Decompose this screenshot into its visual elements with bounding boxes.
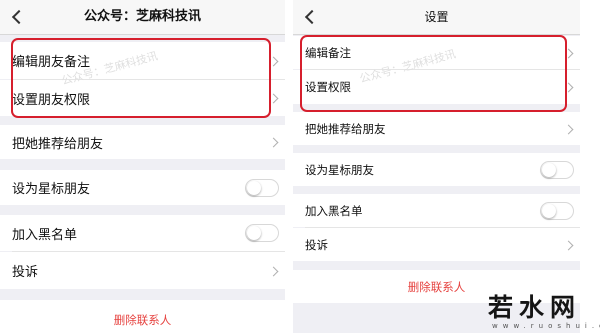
delete-contact-row[interactable]: 删除联系人: [0, 300, 285, 333]
blacklist-row: 加入黑名单: [293, 194, 580, 227]
right-screen: 设置 编辑备注 设置权限 把她推荐给朋友 设为星标朋友 加入黑名单 投诉 删除联…: [293, 0, 580, 333]
chevron-left-icon: [304, 9, 320, 25]
logo-text: 若水网: [488, 293, 582, 322]
row-label: 把她推荐给朋友: [305, 121, 386, 136]
toggle-knob: [542, 162, 556, 177]
row-label: 加入黑名单: [12, 227, 78, 243]
chevron-left-icon: [11, 9, 27, 25]
recommend-row[interactable]: 把她推荐给朋友: [0, 125, 285, 159]
left-screen: 公众号：芝麻科技讯 编辑朋友备注 设置朋友权限 把她推荐给朋友 设为星标朋友 加…: [0, 0, 285, 333]
row-label: 投诉: [12, 265, 39, 280]
blacklist-toggle[interactable]: [540, 201, 574, 220]
row-label: 加入黑名单: [305, 203, 363, 218]
blacklist-row: 加入黑名单: [0, 215, 285, 251]
toggle-knob: [542, 203, 556, 218]
row-label: 设为星标朋友: [12, 182, 91, 197]
logo-subtext: www.ruoshui.com: [492, 322, 600, 330]
chevron-right-icon: [563, 124, 574, 134]
chevron-right-icon: [268, 266, 279, 276]
complain-row[interactable]: 投诉: [293, 228, 580, 261]
nav-bar: 公众号：芝麻科技讯: [0, 0, 285, 35]
back-button[interactable]: [293, 0, 327, 34]
complain-row[interactable]: 投诉: [0, 252, 285, 289]
highlight-box: [300, 35, 567, 112]
delete-contact-button[interactable]: 删除联系人: [0, 300, 285, 333]
row-label: 设为星标朋友: [305, 162, 374, 177]
star-friend-toggle[interactable]: [245, 178, 279, 197]
star-friend-toggle[interactable]: [540, 160, 574, 179]
page-title: 设置: [424, 10, 449, 24]
back-button[interactable]: [0, 0, 34, 34]
chevron-right-icon: [268, 137, 279, 148]
star-friend-row: 设为星标朋友: [0, 170, 285, 205]
highlight-box: [11, 38, 271, 118]
site-logo: 若水网 www.ruoshui.com: [488, 288, 600, 333]
star-friend-row: 设为星标朋友: [293, 153, 580, 186]
toggle-knob: [247, 226, 261, 240]
page-title: 公众号：芝麻科技讯: [83, 9, 201, 24]
chevron-right-icon: [563, 240, 574, 250]
nav-bar: 设置: [293, 0, 580, 35]
row-label: 把她推荐给朋友: [12, 136, 104, 152]
recommend-row[interactable]: 把她推荐给朋友: [293, 112, 580, 145]
blacklist-toggle[interactable]: [245, 224, 279, 242]
row-label: 投诉: [305, 237, 328, 252]
toggle-knob: [247, 180, 261, 195]
